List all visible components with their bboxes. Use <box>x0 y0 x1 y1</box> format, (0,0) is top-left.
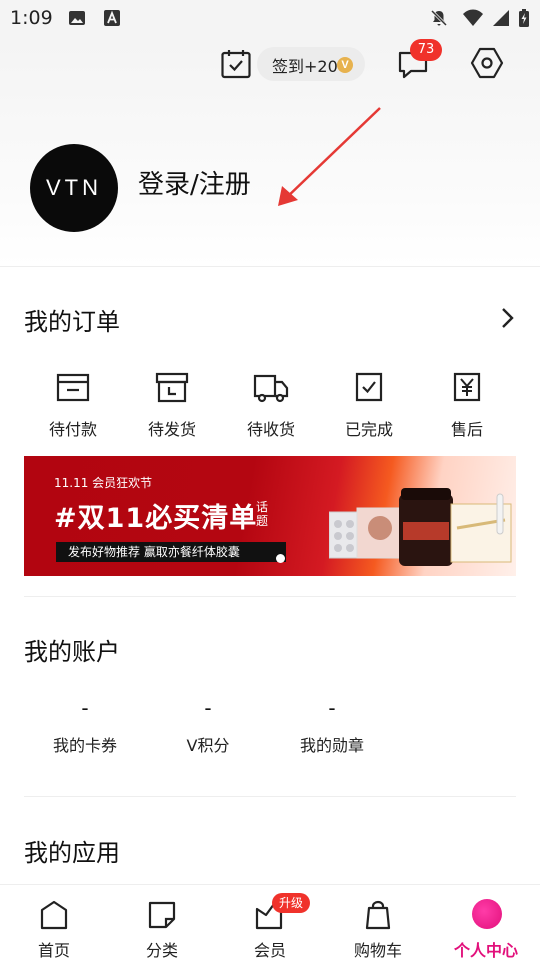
nav-home[interactable]: 首页 <box>0 885 108 960</box>
order-label: 待收货 <box>246 420 295 439</box>
account-title: 我的账户 <box>24 638 120 666</box>
v-points-value: - <box>204 696 212 720</box>
nav-label: 首页 <box>37 941 70 960</box>
medals-label: 我的勋章 <box>299 736 364 755</box>
orders-title[interactable]: 我的订单 <box>24 302 120 337</box>
nav-vip[interactable]: 升级 会员 <box>216 885 324 960</box>
order-pending-payment[interactable]: 待付款 <box>31 370 115 442</box>
account-medals[interactable]: - 我的勋章 <box>277 696 387 756</box>
home-icon <box>40 900 68 930</box>
sign-in-label: 签到+20 <box>272 57 338 76</box>
promo-banner[interactable]: 11.11 会员狂欢节 #双11必买清单 话题 发布好物推荐 赢取亦餐纤体胶囊 <box>24 456 516 576</box>
order-label: 售后 <box>450 420 483 439</box>
text-a-icon <box>104 10 120 26</box>
bottom-nav: 首页 分类 升级 会员 购物车 个人中心 <box>0 884 540 960</box>
nav-label: 购物车 <box>353 941 402 960</box>
wallet-icon <box>56 373 90 402</box>
nav-cart[interactable]: 购物车 <box>324 885 432 960</box>
signal-icon <box>493 10 509 26</box>
upgrade-badge: 升级 <box>272 893 310 913</box>
avatar[interactable]: VTN <box>30 144 118 232</box>
v-points-label: V积分 <box>186 736 230 755</box>
header-divider <box>0 266 540 267</box>
apps-title: 我的应用 <box>24 839 120 867</box>
section-divider <box>24 796 516 797</box>
coupons-value: - <box>81 696 89 720</box>
truck-icon <box>253 374 289 403</box>
order-label: 待发货 <box>147 420 196 439</box>
banner-tag: 话题 <box>256 500 269 528</box>
chevron-right-icon[interactable] <box>496 305 518 331</box>
coupons-label: 我的卡券 <box>52 736 117 755</box>
image-icon <box>69 11 85 25</box>
nav-label: 会员 <box>253 941 286 960</box>
order-to-receive[interactable]: 待收货 <box>229 370 313 442</box>
nav-category[interactable]: 分类 <box>108 885 216 960</box>
category-icon <box>148 901 176 929</box>
medals-value: - <box>328 696 336 720</box>
battery-icon <box>519 9 529 27</box>
product-image <box>329 488 512 566</box>
calendar-check-icon[interactable] <box>220 48 252 80</box>
status-time: 1:09 <box>10 7 53 29</box>
mute-icon <box>430 9 448 27</box>
banner-subtitle: 11.11 会员狂欢节 <box>54 476 153 490</box>
order-after-sales[interactable]: 售后 <box>425 370 509 442</box>
banner-dot <box>276 554 285 563</box>
wifi-icon <box>463 9 483 26</box>
account-coupons[interactable]: - 我的卡券 <box>30 696 140 756</box>
profile-dot-icon <box>472 899 502 929</box>
order-label: 待付款 <box>48 420 97 439</box>
status-bar: 1:09 <box>0 0 540 38</box>
profile-header: 签到+20 V 73 VTN 登录/注册 <box>0 38 540 266</box>
nav-profile[interactable]: 个人中心 <box>432 885 540 960</box>
nav-label: 个人中心 <box>453 941 518 960</box>
account-v-points[interactable]: - V积分 <box>153 696 263 756</box>
settings-hexagon-icon[interactable] <box>470 46 504 80</box>
sign-in-button[interactable]: 签到+20 V <box>257 47 365 81</box>
order-to-ship[interactable]: 待发货 <box>130 370 214 442</box>
checklist-icon <box>355 372 383 402</box>
section-divider <box>24 596 516 597</box>
yen-receipt-icon <box>453 372 481 402</box>
banner-title: #双11必买清单 <box>54 503 258 534</box>
order-completed[interactable]: 已完成 <box>327 370 411 442</box>
banner-bar-text: 发布好物推荐 赢取亦餐纤体胶囊 <box>56 542 286 562</box>
annotation-arrow <box>278 107 381 206</box>
message-count-badge: 73 <box>410 39 442 61</box>
order-label: 已完成 <box>344 420 393 439</box>
package-icon <box>155 372 189 403</box>
shopping-bag-icon <box>365 900 391 930</box>
login-register-link[interactable]: 登录/注册 <box>138 164 251 201</box>
nav-label: 分类 <box>145 941 178 960</box>
v-coin-icon: V <box>337 57 353 73</box>
